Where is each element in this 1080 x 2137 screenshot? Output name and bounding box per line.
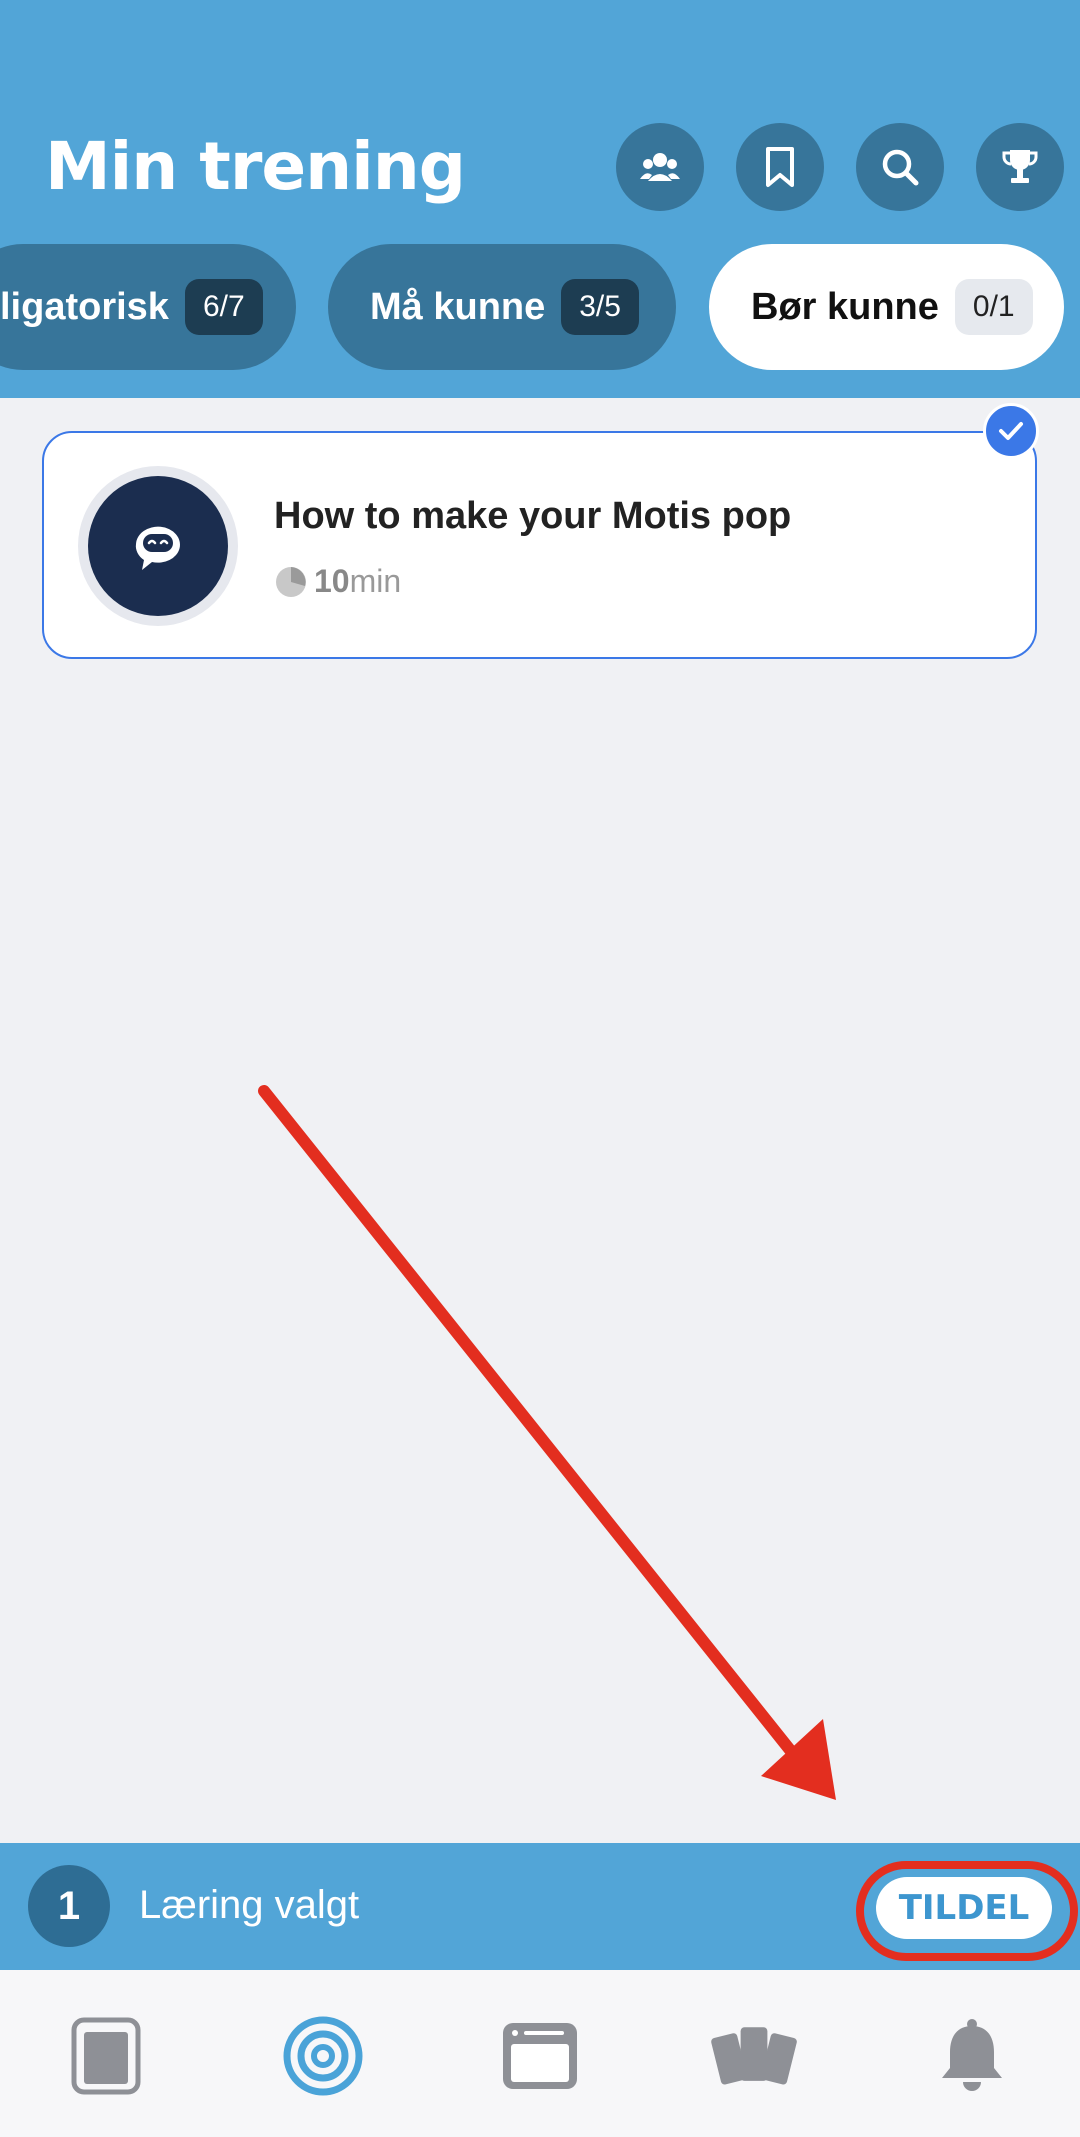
nav-training[interactable]: [279, 2012, 367, 2100]
selected-count: 1: [28, 1865, 110, 1947]
nav-notifications[interactable]: [928, 2012, 1016, 2100]
bottom-navigation: [0, 1970, 1080, 2137]
nav-page[interactable]: [62, 2012, 150, 2100]
browser-window-icon: [503, 2023, 577, 2089]
target-icon: [283, 2016, 363, 2096]
annotation-highlight-circle: [856, 1861, 1078, 1961]
bell-icon: [942, 2019, 1002, 2091]
nav-browser[interactable]: [496, 2012, 584, 2100]
annotation-arrow: [258, 1085, 836, 1800]
cards-icon: [711, 2027, 797, 2085]
page-icon: [71, 2017, 141, 2095]
nav-cards[interactable]: [710, 2012, 798, 2100]
selection-label: Læring valgt: [139, 1883, 360, 1927]
